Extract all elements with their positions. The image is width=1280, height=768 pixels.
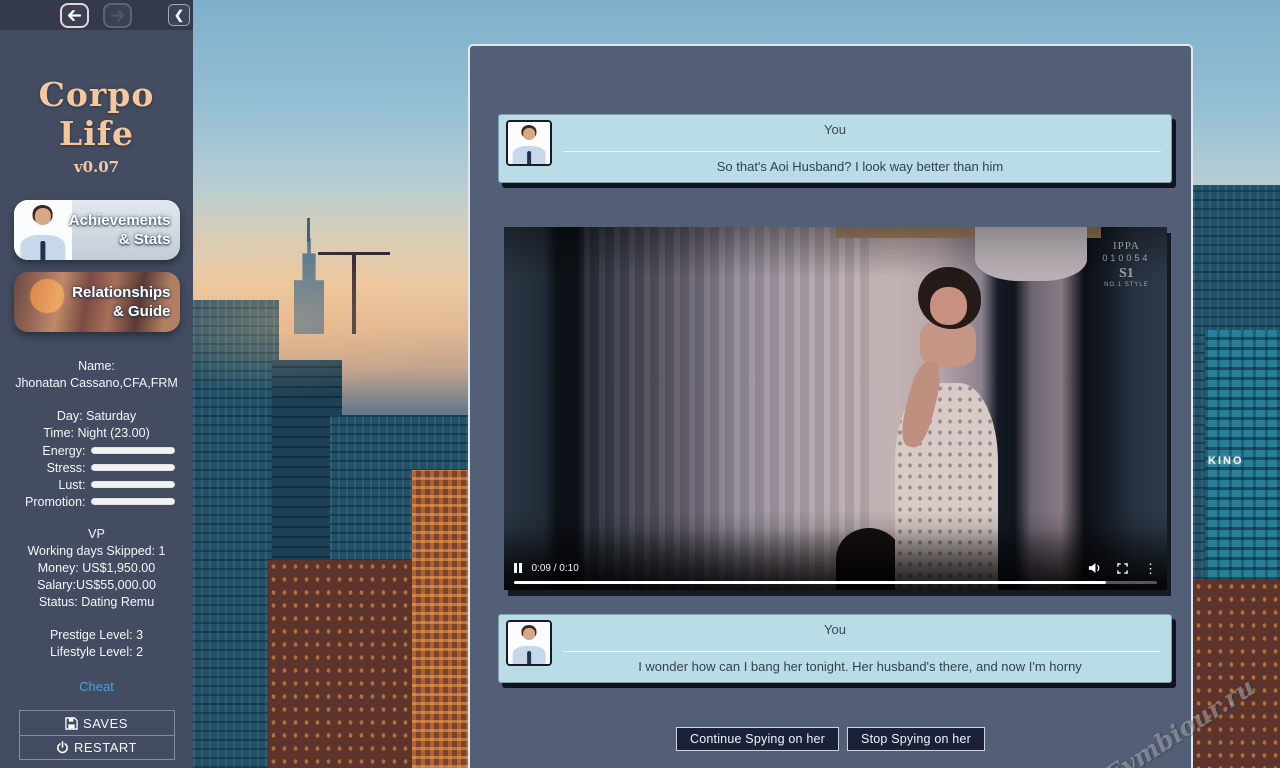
saves-label: SAVES [83, 716, 128, 731]
game-screen: KINO ❮ Corpo Life v0.07 [0, 0, 1280, 768]
message-speaker: You [499, 622, 1171, 637]
s1-logo: S1 [1102, 265, 1150, 283]
energy-label: Energy: [11, 444, 91, 458]
status-value: Status: Dating Remu [0, 594, 193, 611]
fullscreen-button[interactable] [1117, 563, 1128, 574]
video-controls: 0:09 / 0:10 ⋮ [504, 528, 1167, 590]
dialog-message-2: You I wonder how can I bang her tonight.… [498, 614, 1172, 683]
back-button[interactable] [60, 3, 89, 28]
chevron-left-icon: ❮ [174, 8, 184, 22]
sidebar: ❮ Corpo Life v0.07 Achievements & Stats … [0, 0, 193, 768]
history-toolbar: ❮ [0, 0, 193, 30]
days-skipped: Working days Skipped: 1 [0, 543, 193, 560]
stress-stat-row: Stress: [11, 459, 183, 476]
choice-row: Continue Spying on her Stop Spying on he… [470, 727, 1191, 751]
promotion-bar [91, 498, 175, 505]
game-title: Corpo Life [0, 75, 193, 153]
dialog-message-1: You So that's Aoi Husband? I look way be… [498, 114, 1172, 183]
ippa-logo: IPPA [1102, 240, 1150, 254]
bg-crane-mast [352, 252, 356, 334]
ippa-number: 010054 [1102, 253, 1150, 264]
video-progress-fill [514, 581, 1106, 584]
sidebar-item-achievements[interactable]: Achievements & Stats [14, 200, 180, 260]
stress-bar [91, 464, 175, 471]
video-player[interactable]: IPPA 010054 S1 NO.1 STYLE 0:09 / 0:10 [504, 227, 1167, 590]
lifestyle-level: Lifestyle Level: 2 [0, 644, 193, 661]
bg-building [1193, 580, 1280, 768]
bg-building [412, 470, 470, 768]
studio-watermark: IPPA 010054 S1 NO.1 STYLE [1102, 240, 1150, 290]
relationships-label-line1: Relationships [72, 283, 170, 302]
message-divider [563, 151, 1161, 152]
video-progress-bar[interactable] [514, 581, 1157, 584]
time-value: Time: Night (23.00) [0, 425, 193, 442]
cheat-link[interactable]: Cheat [0, 679, 193, 694]
message-text: I wonder how can I bang her tonight. Her… [559, 659, 1161, 674]
dialog-panel: You So that's Aoi Husband? I look way be… [468, 44, 1193, 768]
energy-bar [91, 447, 175, 454]
collapse-sidebar-button[interactable]: ❮ [168, 4, 190, 26]
message-speaker: You [499, 122, 1171, 137]
rank-value: VP [0, 526, 193, 543]
energy-stat-row: Energy: [11, 442, 183, 459]
s1-tagline: NO.1 STYLE [1102, 282, 1150, 290]
restart-label: RESTART [74, 740, 137, 755]
stop-spying-button[interactable]: Stop Spying on her [847, 727, 985, 751]
day-value: Day: Saturday [0, 408, 193, 425]
game-version: v0.07 [0, 158, 193, 176]
salary-value: Salary:US$55,000.00 [0, 577, 193, 594]
sidebar-item-relationships[interactable]: Relationships & Guide [14, 272, 180, 332]
money-value: Money: US$1,950.00 [0, 560, 193, 577]
restart-button[interactable]: RESTART [20, 735, 174, 759]
name-label: Name: [0, 358, 193, 375]
lust-label: Lust: [11, 478, 91, 492]
promotion-label: Promotion: [11, 495, 91, 509]
power-icon [56, 741, 69, 754]
video-time: 0:09 / 0:10 [532, 563, 579, 574]
pause-button[interactable] [514, 563, 522, 573]
prestige-level: Prestige Level: 3 [0, 627, 193, 644]
lust-stat-row: Lust: [11, 476, 183, 493]
volume-button[interactable] [1088, 562, 1101, 574]
bg-building [193, 300, 279, 768]
saves-button[interactable]: SAVES [20, 711, 174, 735]
achievements-photo [14, 200, 72, 260]
name-value: Jhonatan Cassano,CFA,FRM [0, 375, 193, 392]
promotion-stat-row: Promotion: [11, 493, 183, 510]
message-divider [563, 651, 1161, 652]
lust-bar [91, 481, 175, 488]
save-restart-box: SAVES RESTART [19, 710, 175, 760]
stress-label: Stress: [11, 461, 91, 475]
continue-spying-button[interactable]: Continue Spying on her [676, 727, 839, 751]
forward-button[interactable] [103, 3, 132, 28]
floppy-icon [65, 717, 78, 730]
kino-sign: KINO [1208, 455, 1244, 467]
forward-arrow-icon [110, 10, 125, 21]
achievements-label-line1: Achievements [69, 211, 171, 230]
relationships-label-line2: & Guide [113, 302, 171, 321]
achievements-label-line2: & Stats [119, 230, 171, 249]
message-text: So that's Aoi Husband? I look way better… [559, 159, 1161, 174]
back-arrow-icon [67, 10, 82, 21]
bg-antenna [307, 218, 310, 242]
video-menu-button[interactable]: ⋮ [1144, 562, 1157, 575]
